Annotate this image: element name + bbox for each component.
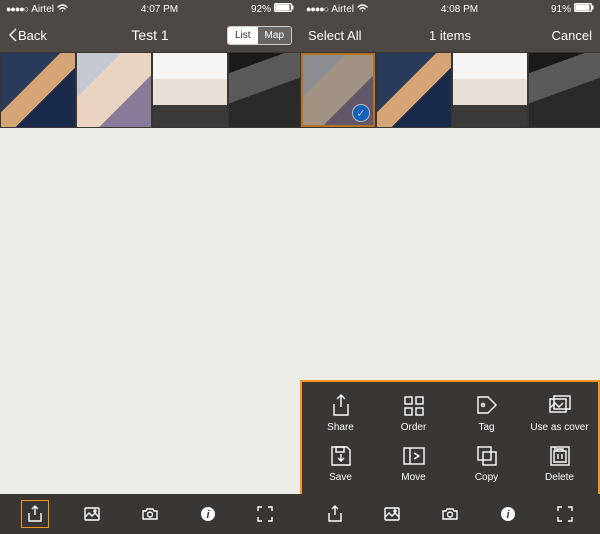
menu-label: Share xyxy=(327,422,354,433)
cancel-button[interactable]: Cancel xyxy=(552,28,592,43)
camera-icon[interactable] xyxy=(136,500,164,528)
thumbnail[interactable] xyxy=(77,53,151,127)
info-icon[interactable]: i xyxy=(494,500,522,528)
signal-dots: ●●●●○ xyxy=(306,4,328,14)
cover-button[interactable]: Use as cover xyxy=(523,388,596,438)
save-icon xyxy=(328,443,354,469)
bottom-toolbar: i xyxy=(300,494,600,534)
trash-icon xyxy=(547,443,573,469)
grid-icon xyxy=(401,393,427,419)
back-label: Back xyxy=(18,28,47,43)
share-icon xyxy=(328,393,354,419)
menu-label: Save xyxy=(329,472,352,483)
select-all-button[interactable]: Select All xyxy=(308,28,361,43)
battery-pct: 91% xyxy=(551,4,571,15)
order-button[interactable]: Order xyxy=(377,388,450,438)
menu-label: Use as cover xyxy=(530,422,588,433)
page-title: Test 1 xyxy=(131,27,168,43)
thumbnail-strip xyxy=(0,52,300,128)
thumbnail-strip: ✓ xyxy=(300,52,600,128)
tag-button[interactable]: Tag xyxy=(450,388,523,438)
carrier: Airtel xyxy=(331,4,354,15)
thumbnail[interactable] xyxy=(377,53,451,127)
copy-icon xyxy=(474,443,500,469)
menu-label: Copy xyxy=(475,472,498,483)
screen-right: ●●●●○ Airtel 4:08 PM 91% Select All 1 it… xyxy=(300,0,600,534)
picture-icon[interactable] xyxy=(78,500,106,528)
carrier: Airtel xyxy=(31,4,54,15)
thumbnail[interactable] xyxy=(229,53,300,127)
status-bar: ●●●●○ Airtel 4:07 PM 92% xyxy=(0,0,300,18)
copy-button[interactable]: Copy xyxy=(450,438,523,488)
share-button[interactable]: Share xyxy=(304,388,377,438)
clock: 4:07 PM xyxy=(141,4,178,15)
selection-count: 1 items xyxy=(429,28,471,43)
share-icon[interactable] xyxy=(21,500,49,528)
back-button[interactable]: Back xyxy=(8,28,47,43)
fullscreen-icon[interactable] xyxy=(251,500,279,528)
checkmark-icon: ✓ xyxy=(352,104,370,122)
info-icon[interactable]: i xyxy=(194,500,222,528)
action-menu: Share Order Tag Use as cover Save Move C… xyxy=(300,380,600,494)
battery-icon xyxy=(574,3,594,15)
thumbnail[interactable] xyxy=(453,53,527,127)
battery-icon xyxy=(274,3,294,15)
tag-icon xyxy=(474,393,500,419)
nav-bar: Select All 1 items Cancel xyxy=(300,18,600,52)
camera-icon[interactable] xyxy=(436,500,464,528)
view-toggle: List Map xyxy=(227,26,292,45)
list-toggle[interactable]: List xyxy=(228,27,258,44)
share-icon[interactable] xyxy=(321,500,349,528)
thumbnail[interactable] xyxy=(153,53,227,127)
fullscreen-icon[interactable] xyxy=(551,500,579,528)
picture-icon[interactable] xyxy=(378,500,406,528)
menu-label: Move xyxy=(401,472,425,483)
battery-pct: 92% xyxy=(251,4,271,15)
thumbnail-selected[interactable]: ✓ xyxy=(301,53,375,127)
menu-label: Delete xyxy=(545,472,574,483)
clock: 4:08 PM xyxy=(441,4,478,15)
signal-dots: ●●●●○ xyxy=(6,4,28,14)
wifi-icon xyxy=(57,4,68,15)
save-button[interactable]: Save xyxy=(304,438,377,488)
nav-bar: Back Test 1 List Map xyxy=(0,18,300,52)
delete-button[interactable]: Delete xyxy=(523,438,596,488)
map-toggle[interactable]: Map xyxy=(258,27,291,44)
cover-icon xyxy=(547,393,573,419)
menu-label: Tag xyxy=(478,422,494,433)
menu-label: Order xyxy=(401,422,427,433)
chevron-left-icon xyxy=(8,28,18,42)
bottom-toolbar: i xyxy=(0,494,300,534)
thumbnail[interactable] xyxy=(1,53,75,127)
status-bar: ●●●●○ Airtel 4:08 PM 91% xyxy=(300,0,600,18)
screen-left: ●●●●○ Airtel 4:07 PM 92% Back Test 1 Lis… xyxy=(0,0,300,534)
wifi-icon xyxy=(357,4,368,15)
thumbnail[interactable] xyxy=(529,53,600,127)
move-icon xyxy=(401,443,427,469)
move-button[interactable]: Move xyxy=(377,438,450,488)
